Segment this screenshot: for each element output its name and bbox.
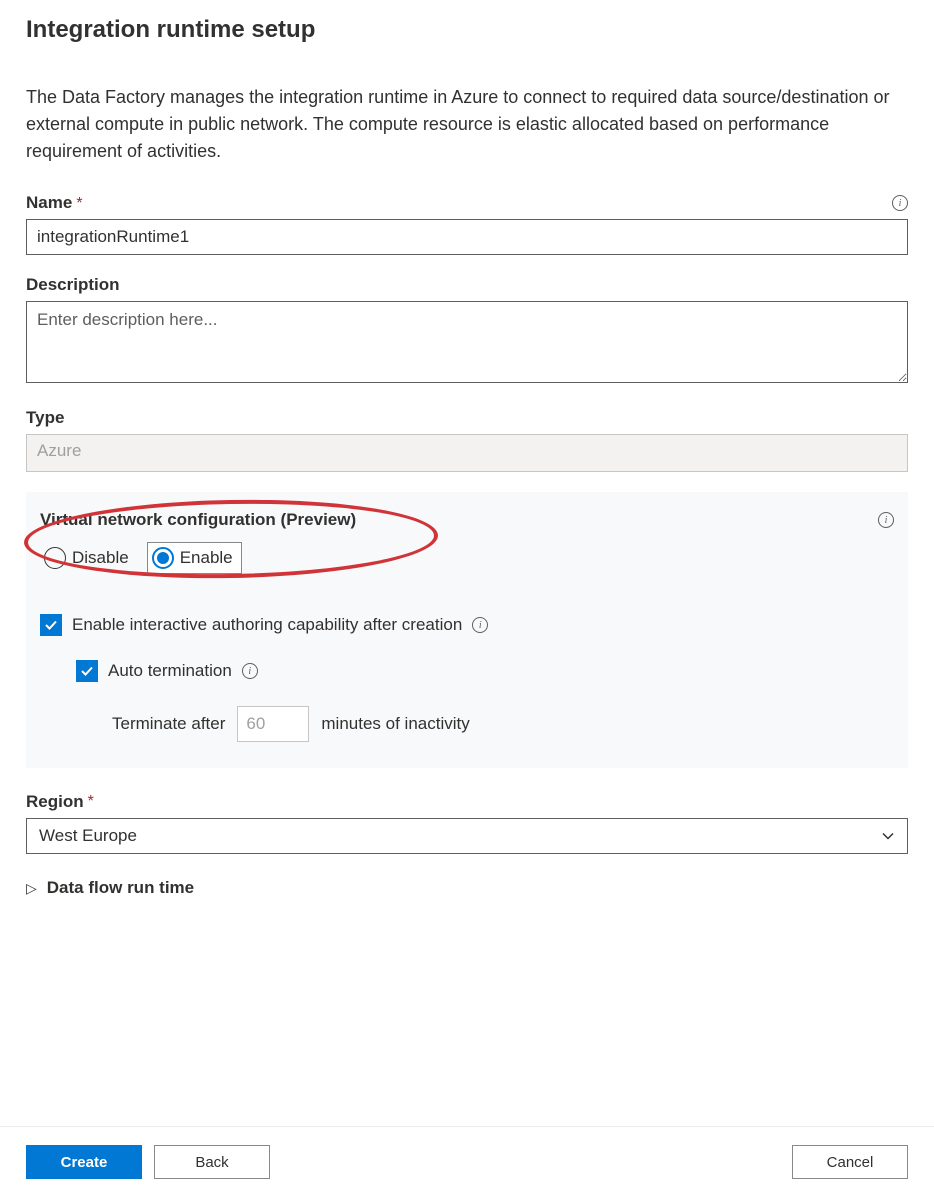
interactive-authoring-label: Enable interactive authoring capability …	[72, 615, 462, 635]
type-input: Azure	[26, 434, 908, 472]
interactive-authoring-row: Enable interactive authoring capability …	[40, 614, 894, 636]
vnet-title: Virtual network configuration (Preview)	[40, 510, 356, 530]
vnet-enable-radio[interactable]: Enable	[147, 542, 242, 574]
terminate-after-input[interactable]	[237, 706, 309, 742]
terminate-after-label: Terminate after	[112, 714, 225, 734]
info-icon[interactable]: i	[878, 512, 894, 528]
region-field-group: Region* West Europe	[26, 792, 908, 854]
name-label: Name	[26, 193, 72, 212]
vnet-enable-label: Enable	[180, 548, 233, 568]
page-title: Integration runtime setup	[26, 16, 908, 44]
description-label: Description	[26, 275, 120, 295]
info-icon[interactable]: i	[242, 663, 258, 679]
region-dropdown[interactable]: West Europe	[26, 818, 908, 854]
vnet-disable-label: Disable	[72, 548, 129, 568]
name-field-group: Name* i	[26, 193, 908, 255]
auto-termination-checkbox[interactable]	[76, 660, 98, 682]
type-field-group: Type Azure	[26, 408, 908, 472]
radio-icon	[152, 547, 174, 569]
create-button[interactable]: Create	[26, 1145, 142, 1179]
chevron-down-icon	[881, 829, 895, 843]
vnet-disable-radio[interactable]: Disable	[40, 543, 137, 573]
auto-termination-label: Auto termination	[108, 661, 232, 681]
footer: Create Back Cancel	[0, 1126, 934, 1197]
required-indicator: *	[76, 195, 82, 212]
auto-termination-row: Auto termination i	[76, 660, 894, 682]
description-input[interactable]	[26, 301, 908, 383]
dataflow-runtime-label: Data flow run time	[47, 878, 194, 898]
terminate-after-unit: minutes of inactivity	[321, 714, 469, 734]
check-icon	[80, 664, 94, 678]
chevron-right-icon: ▷	[26, 880, 37, 897]
description-field-group: Description	[26, 275, 908, 388]
check-icon	[44, 618, 58, 632]
radio-icon	[44, 547, 66, 569]
terminate-after-row: Terminate after minutes of inactivity	[112, 706, 894, 742]
info-icon[interactable]: i	[472, 617, 488, 633]
info-icon[interactable]: i	[892, 195, 908, 211]
region-value: West Europe	[39, 826, 137, 846]
vnet-section: Virtual network configuration (Preview) …	[26, 492, 908, 768]
cancel-button[interactable]: Cancel	[792, 1145, 908, 1179]
page-description: The Data Factory manages the integration…	[26, 84, 908, 165]
dataflow-runtime-expander[interactable]: ▷ Data flow run time	[26, 878, 908, 898]
name-input[interactable]	[26, 219, 908, 255]
interactive-authoring-checkbox[interactable]	[40, 614, 62, 636]
required-indicator: *	[88, 793, 94, 811]
back-button[interactable]: Back	[154, 1145, 270, 1179]
region-label: Region	[26, 792, 84, 812]
type-label: Type	[26, 408, 64, 428]
